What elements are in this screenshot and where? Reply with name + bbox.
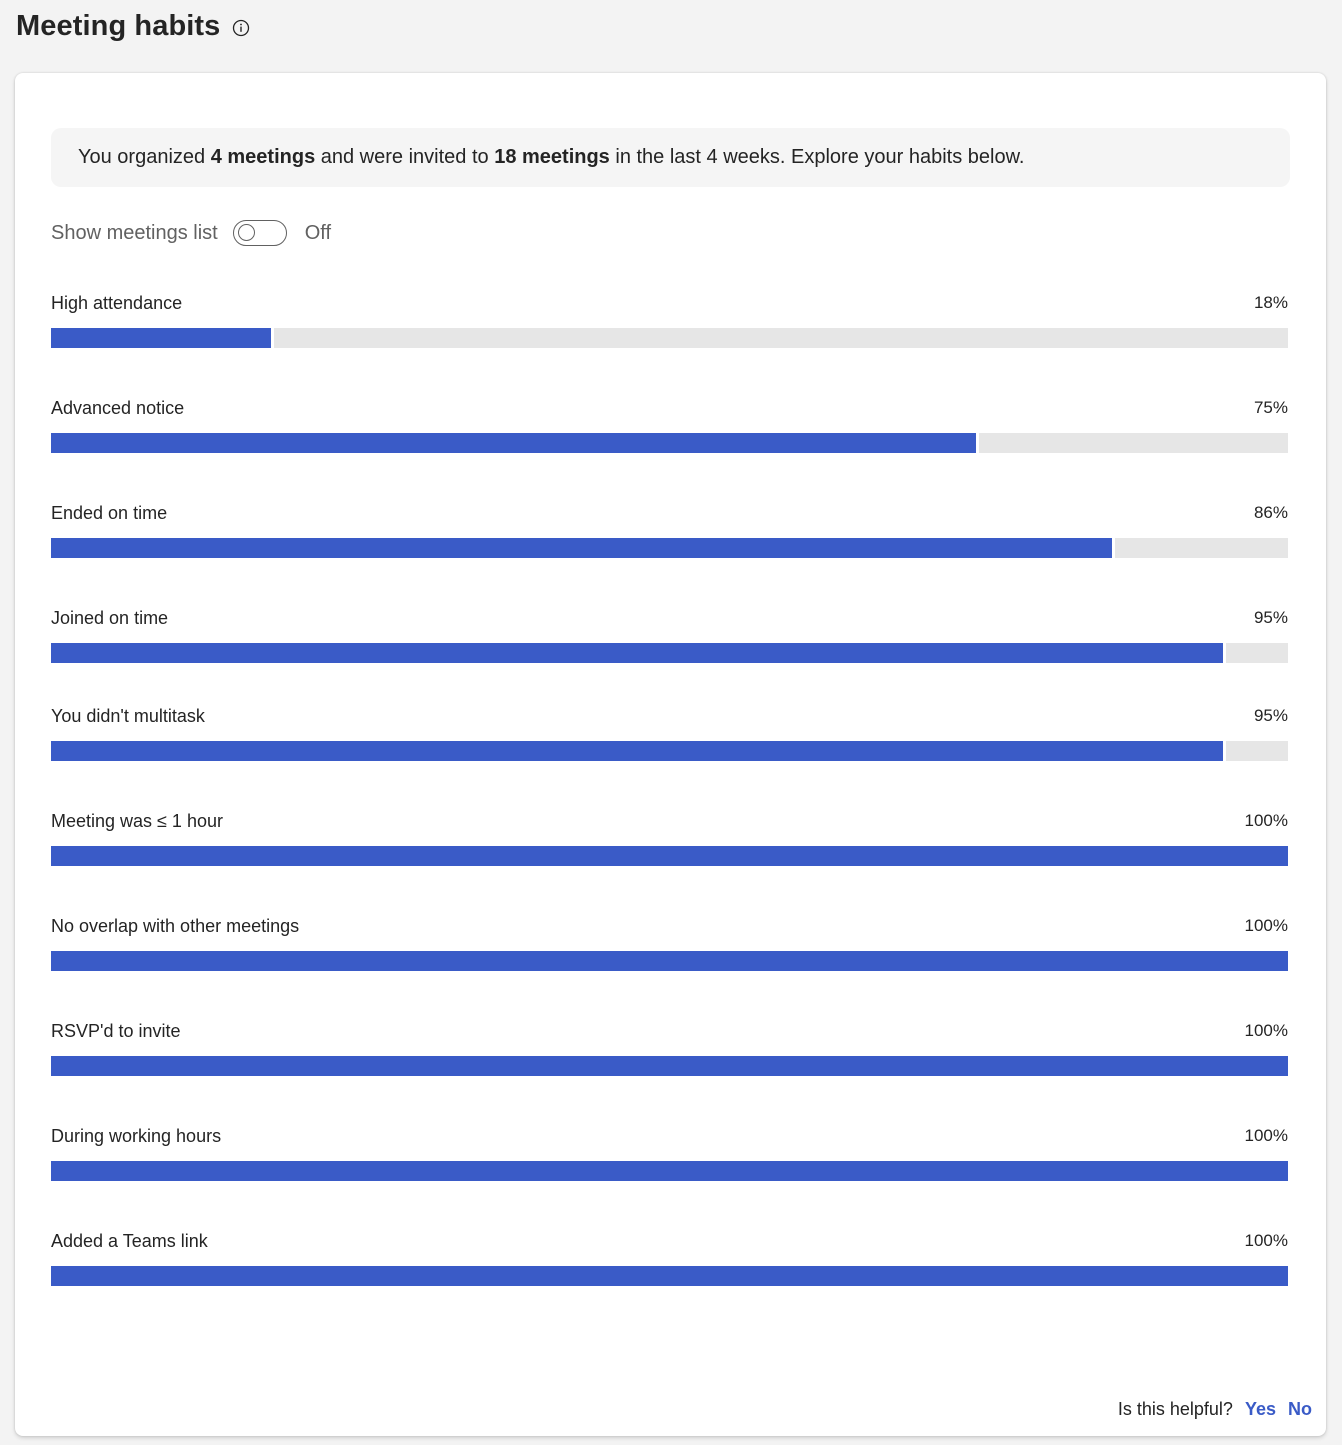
metric-value: 100% [1244,916,1288,935]
page-header: Meeting habits [16,6,250,46]
metric-label: High attendance [51,292,183,313]
metric-row: Meeting was ≤ 1 hour 100% [51,810,1288,866]
metric-row: High attendance 18% [51,292,1288,348]
progress-bar-fill [51,951,1288,971]
info-icon[interactable] [232,19,250,37]
progress-bar-track [51,1161,1288,1181]
metric-header: Joined on time 95% [51,607,1288,629]
progress-bar-track [51,741,1288,761]
progress-bar-fill [51,1161,1288,1181]
feedback-yes-link[interactable]: Yes [1245,1399,1276,1420]
toggle-knob [237,224,255,241]
invited-count: 18 meetings [494,146,610,168]
metric-row: No overlap with other meetings 100% [51,915,1288,971]
metric-value: 100% [1244,1231,1288,1250]
metric-label: RSVP'd to invite [51,1020,181,1041]
metric-value: 95% [1253,608,1288,627]
metric-label: Joined on time [51,607,169,628]
organized-count: 4 meetings [210,146,316,168]
feedback-question: Is this helpful? [1117,1399,1233,1419]
summary-text: You organized [78,146,211,168]
progress-bar-track [51,643,1288,663]
metric-row: Ended on time 86% [51,502,1288,558]
metric-label: Advanced notice [51,397,185,418]
metric-label: Meeting was ≤ 1 hour [51,810,223,831]
metric-label: No overlap with other meetings [51,915,300,936]
metric-row: Advanced notice 75% [51,397,1288,453]
progress-bar-track [51,1056,1288,1076]
metric-row: During working hours 100% [51,1125,1288,1181]
metric-label: During working hours [51,1125,222,1146]
feedback-prompt: Is this helpful? Yes No [1118,1399,1312,1420]
metric-header: RSVP'd to invite 100% [51,1020,1288,1042]
toggle-label: Show meetings list [51,221,218,244]
progress-bar-fill [51,741,1227,761]
metric-label: You didn't multitask [51,705,205,726]
progress-bar-fill [51,328,274,348]
progress-bar-fill [51,846,1288,866]
metric-label: Added a Teams link [51,1230,208,1251]
progress-bar-track [51,538,1288,558]
metric-row: Added a Teams link 100% [51,1230,1288,1286]
progress-bar-fill [51,1056,1288,1076]
progress-bar-fill [51,1266,1288,1286]
summary-banner: You organized 4 meetings and were invite… [51,128,1290,187]
toggle-state: Off [304,221,332,244]
metric-header: During working hours 100% [51,1125,1288,1147]
metric-value: 100% [1244,811,1288,830]
metric-header: You didn't multitask 95% [51,705,1288,727]
progress-bar-fill [51,643,1227,663]
metric-row: RSVP'd to invite 100% [51,1020,1288,1076]
show-meetings-list-row: Show meetings list Off [51,218,331,248]
progress-bar-fill [51,538,1115,558]
feedback-no-link[interactable]: No [1288,1399,1312,1420]
progress-bar-track [51,846,1288,866]
page-title: Meeting habits [16,9,221,42]
meeting-habits-card: You organized 4 meetings and were invite… [15,73,1326,1436]
progress-bar-track [51,951,1288,971]
metric-value: 75% [1253,398,1288,417]
metric-header: Ended on time 86% [51,502,1288,524]
metric-value: 18% [1253,293,1288,312]
progress-bar-track [51,433,1288,453]
metric-row: You didn't multitask 95% [51,705,1288,761]
summary-text: in the last 4 weeks. Explore your habits… [609,146,1025,168]
metric-value: 95% [1253,706,1288,725]
metric-label: Ended on time [51,502,168,523]
metric-value: 86% [1253,503,1288,522]
metric-header: Meeting was ≤ 1 hour 100% [51,810,1288,832]
metric-header: High attendance 18% [51,292,1288,314]
progress-bar-track [51,1266,1288,1286]
progress-bar-fill [51,433,979,453]
summary-text: and were invited to [315,146,495,168]
metric-row: Joined on time 95% [51,607,1288,663]
metric-value: 100% [1244,1021,1288,1040]
metric-value: 100% [1244,1126,1288,1145]
progress-bar-track [51,328,1288,348]
metric-header: No overlap with other meetings 100% [51,915,1288,937]
metric-header: Advanced notice 75% [51,397,1288,419]
show-meetings-list-toggle[interactable] [232,220,287,246]
metric-header: Added a Teams link 100% [51,1230,1288,1252]
